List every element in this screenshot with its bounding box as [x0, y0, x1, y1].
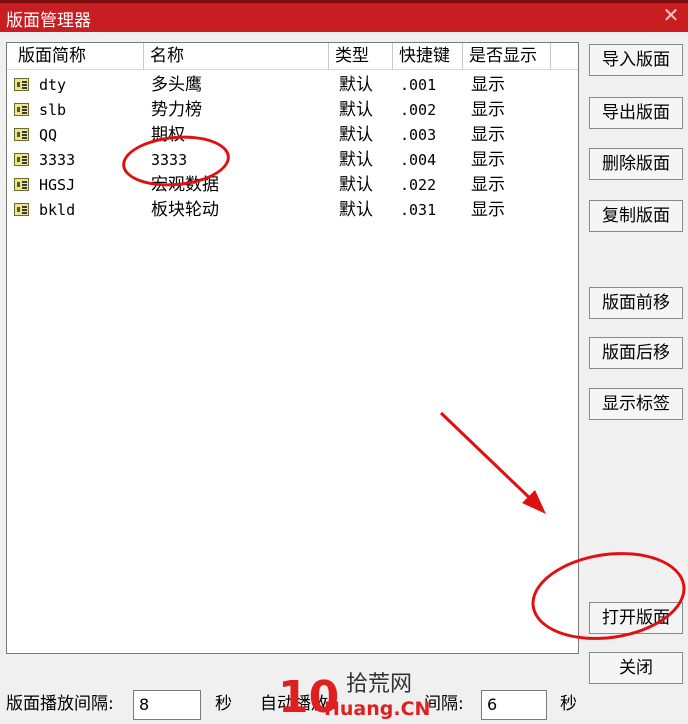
watermark-en: Huang.CN — [324, 698, 431, 720]
arrow-shaft — [439, 411, 538, 506]
watermark-logo: 10 拾荒网 Huang.CN — [278, 672, 430, 724]
watermark-cn: 拾荒网 — [346, 672, 413, 697]
annotation-arrow — [439, 411, 546, 514]
